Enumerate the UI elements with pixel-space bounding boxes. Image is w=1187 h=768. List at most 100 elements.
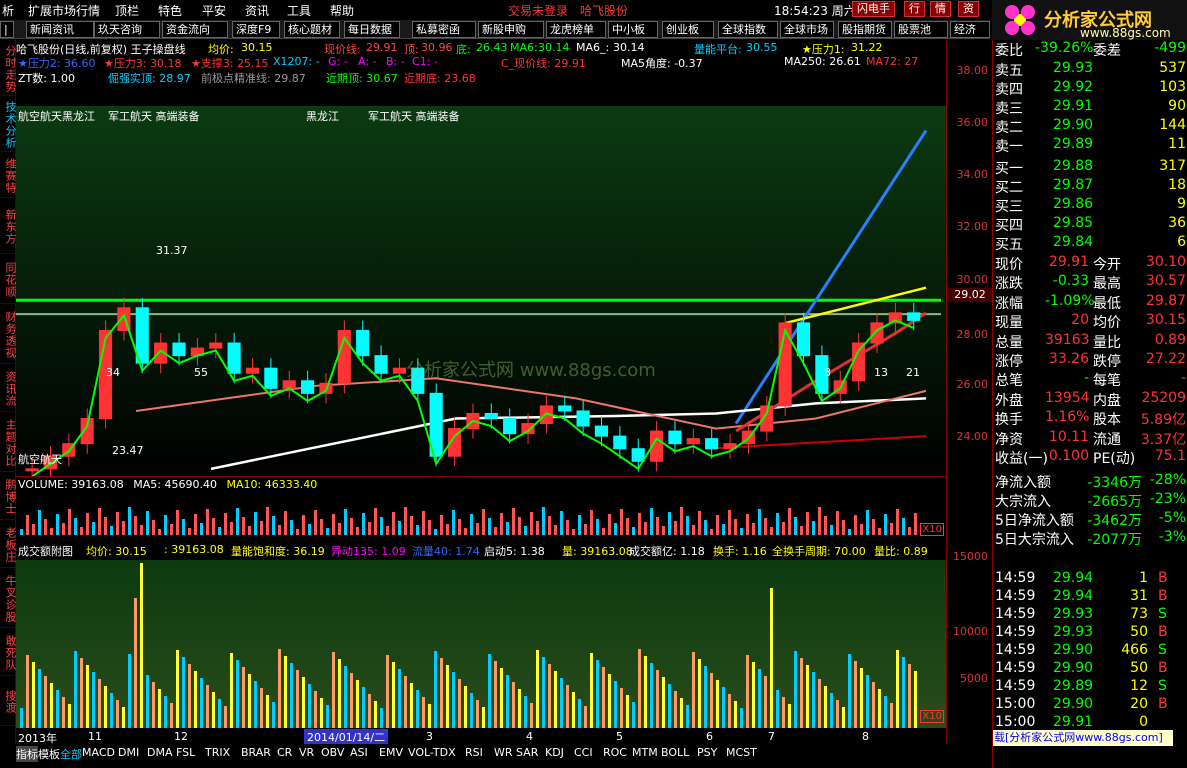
amount-bar [428,704,431,728]
indicator-tab[interactable]: VOL-TDX [408,746,456,759]
amount-bar [338,659,341,728]
indicator-tab[interactable]: EMV [379,746,403,759]
kline-svg[interactable] [16,106,946,476]
menu-item-news[interactable]: 资讯 [245,2,269,19]
left-tab[interactable]: 老板庄 [0,520,17,568]
indicator-tab[interactable]: CCI [574,746,593,759]
left-tab[interactable]: 主题对比 [0,412,17,472]
toolbar-tab[interactable]: 股指期货 [838,21,892,38]
quote-button[interactable]: 行 [904,1,925,17]
indicator-tab[interactable]: 指标 [16,746,38,762]
menu-item-pingan[interactable]: 平安 [202,2,226,19]
volume-bar [812,521,815,535]
left-tab[interactable]: 分时走势 [0,40,17,96]
left-tab[interactable]: 财务透视 [0,304,17,364]
amount-bar [638,649,641,728]
amount-bar [488,654,491,728]
toolbar-tab[interactable]: 经济 [950,21,990,38]
indicator-tab[interactable]: VR [299,746,314,759]
amount-bar [614,681,617,728]
left-tab[interactable]: 搜渡 [0,676,17,726]
indicator-tab[interactable]: DMI [118,746,139,759]
toolbar-tab[interactable]: 资金流向 [162,21,228,38]
toolbar-tab[interactable]: 全球指数 [718,21,778,38]
bid-volume: 6 [1177,234,1186,250]
indicator-tab[interactable]: RSI [465,746,483,759]
stat-label-2: 最高 [1093,276,1121,293]
menu-item-analysis[interactable]: 析 [2,2,14,19]
toolbar-tab[interactable]: 龙虎榜单 [546,21,606,38]
tick-volume: 0 [1139,714,1148,730]
indicator-tab[interactable]: BOLL [661,746,689,759]
left-tab[interactable]: 维赛特 [0,152,17,198]
indicator-tab[interactable]: ASI [350,746,368,759]
toolbar-arrow[interactable]: | [0,21,14,38]
indicator-tab[interactable]: WR [494,746,513,759]
amount-bar [368,694,371,728]
left-tab[interactable]: 同花顺 [0,254,17,304]
quote-button-2[interactable]: 情 [930,1,951,17]
indicator-tab[interactable]: SAR [516,746,538,759]
indicator-tab[interactable]: CR [277,746,292,759]
bid-label: 买三 [995,199,1023,215]
amount-bar [128,654,131,728]
indicator-tab[interactable]: KDJ [545,746,564,759]
menu-item-help[interactable]: 帮助 [330,2,354,19]
menu-item-tools[interactable]: 工具 [287,2,311,19]
tick-time: 15:00 [995,696,1036,712]
left-tab[interactable]: 资讯流 [0,364,17,412]
indicator-tab[interactable]: FSL [176,746,195,759]
menu-item-ext-market[interactable]: 扩展市场行情 [28,2,100,19]
amount-bar [362,687,365,728]
volume-bar [794,517,797,535]
toolbar-tab[interactable]: 新股申购 [478,21,544,38]
toolbar-tab[interactable]: 每日数据 [344,21,400,38]
toolbar-tab[interactable]: 全球市场 [780,21,834,38]
bid-label: 买四 [995,218,1023,234]
indicator-tab[interactable]: 模板 [38,746,60,762]
volume-bar [638,513,641,535]
menu-item-features[interactable]: 特色 [158,2,182,19]
quote-panel: 委比 -39.26% 委差 -499 股票公式股票软件下载[分析家公式网www.… [992,40,1187,768]
toolbar-tab[interactable]: 创业板 [662,21,714,38]
info-button[interactable]: 资 [958,1,979,17]
volume-bar [104,517,107,535]
amount-bar [218,699,221,728]
volume-bar [320,519,323,535]
toolbar-tab[interactable]: 私募密函 [412,21,476,38]
indicator-tab[interactable]: DMA [147,746,173,759]
toolbar-tab[interactable]: 核心题材 [284,21,340,38]
left-tab[interactable]: 鹏博士 [0,472,17,520]
left-tab-active[interactable]: 技术分析 [0,96,17,152]
volume-bar [392,512,395,535]
indicator-tab[interactable]: 全部 [60,746,82,762]
tick-time: 15:00 [995,714,1036,730]
flash-trade-button[interactable]: 闪电手 [852,1,895,17]
toolbar-tab[interactable]: 玖天咨询 [94,21,160,38]
toolbar-tab[interactable]: 新闻资讯 [26,21,94,38]
toolbar-tab[interactable]: 股票池 [894,21,948,38]
indicator-tab[interactable]: TRIX [205,746,230,759]
amount-bar [548,664,551,728]
left-tab[interactable]: 牛叉诊股 [0,568,17,628]
indicator-tab[interactable]: MACD [82,746,115,759]
ma250: MA250: 26.61 [784,55,861,68]
indicator-tab[interactable]: MCST [726,746,757,759]
toolbar-tab[interactable]: 中小板 [608,21,658,38]
indicator-tab[interactable]: MTM [632,746,658,759]
indicator-tab[interactable]: OBV [321,746,344,759]
indicator-tab[interactable]: BRAR [241,746,271,759]
menu-item-topbar[interactable]: 顶栏 [115,2,139,19]
amount-bar [584,706,587,728]
tick-side: S [1158,678,1167,694]
volume-bar [152,520,155,535]
volume-panel[interactable]: VOLUME: 39163.08 MA5: 45690.40 MA10: 463… [16,476,946,538]
kline-chart[interactable]: 航空航天黑龙江 军工航天 高端装备 黑龙江 军工航天 高端装备 航空航天 31.… [16,106,946,476]
stat-value-2: 30.10 [1145,254,1186,270]
indicator-tab[interactable]: ROC [603,746,627,759]
toolbar-tab[interactable]: 深度F9 [232,21,280,38]
amount-panel[interactable]: X10 [16,560,946,728]
indicator-tab[interactable]: PSY [697,746,717,759]
left-tab[interactable]: 新东方 [0,198,17,254]
left-tab[interactable]: 敢死队 [0,628,17,676]
